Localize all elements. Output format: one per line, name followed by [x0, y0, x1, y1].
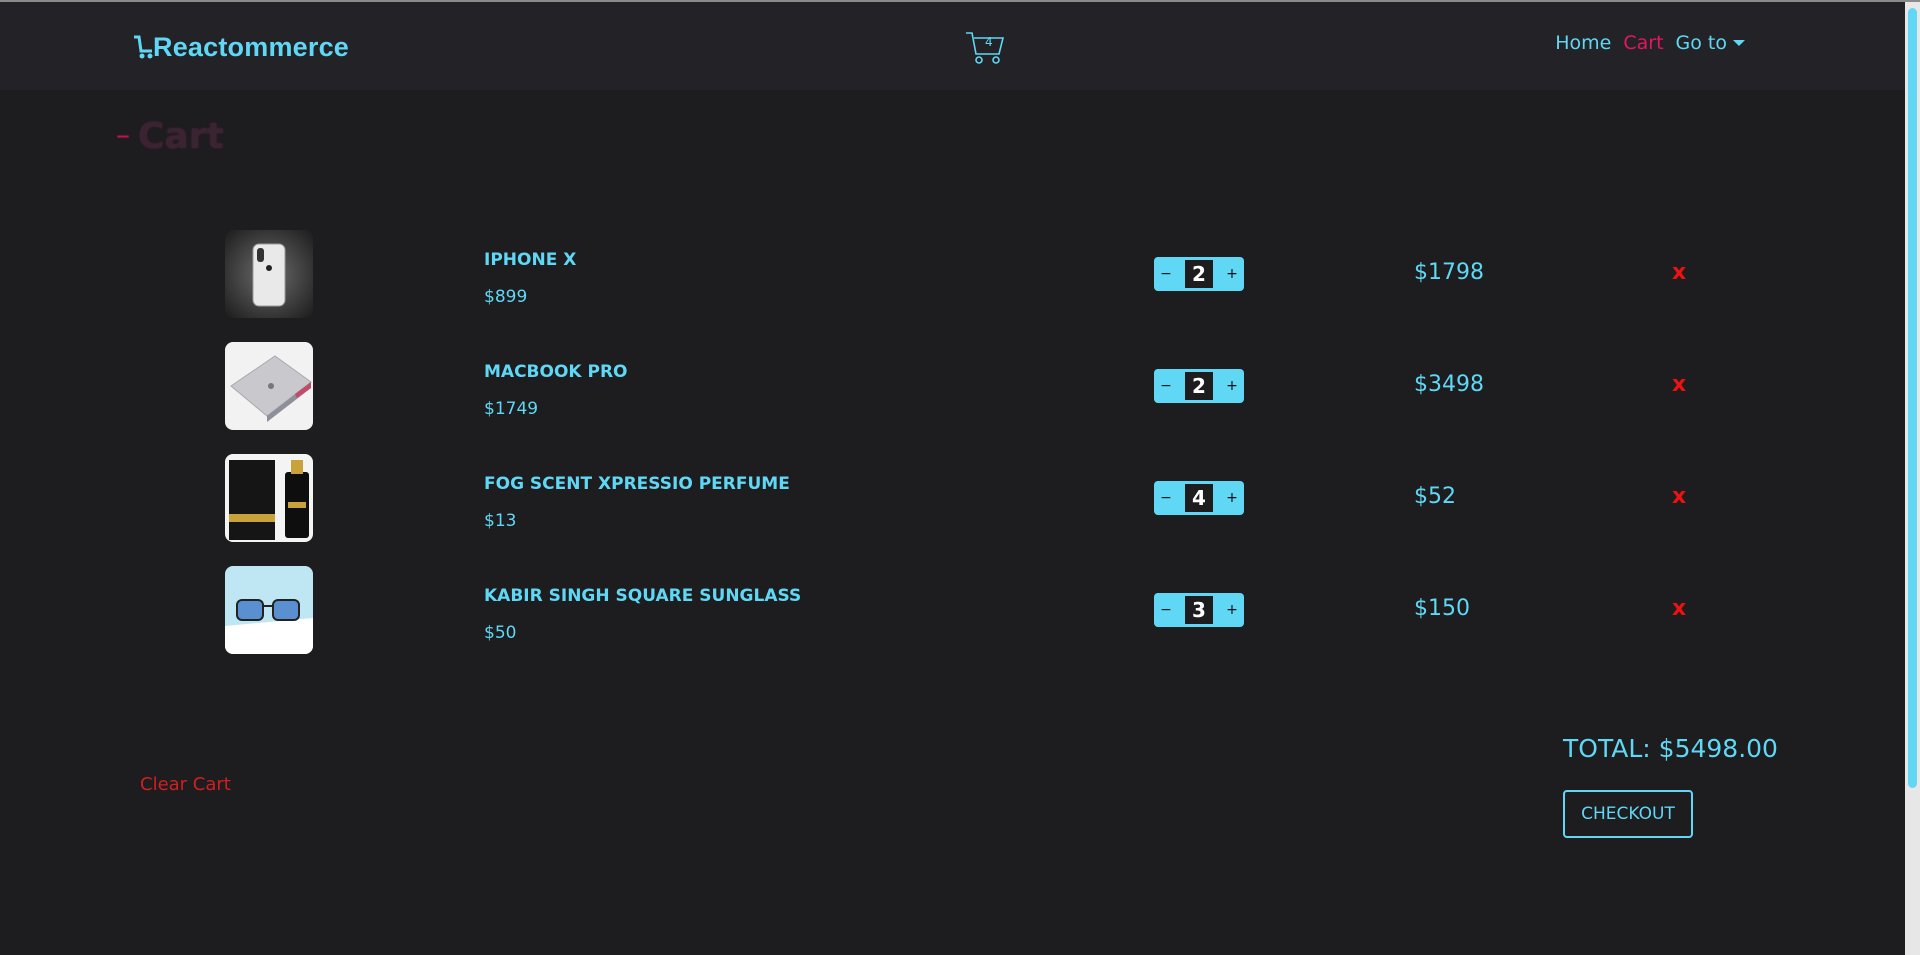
- product-price: $1749: [484, 399, 539, 419]
- nav-dropdown-goto[interactable]: Go to: [1676, 32, 1745, 54]
- line-total: $3498: [1414, 372, 1484, 397]
- product-price: $50: [484, 623, 517, 643]
- product-name: KABIR SINGH SQUARE SUNGLASS: [484, 586, 802, 606]
- checkout-button[interactable]: CHECKOUT: [1563, 790, 1693, 838]
- product-image: [225, 342, 313, 430]
- quantity-value: 4: [1185, 484, 1213, 512]
- product-name: FOG SCENT XPRESSIO PERFUME: [484, 474, 790, 494]
- clear-cart-button[interactable]: Clear Cart: [140, 774, 231, 795]
- nav-links: Home Cart Go to: [1543, 32, 1745, 54]
- decrement-button[interactable]: −: [1154, 602, 1178, 618]
- brand-name: Reactommerce: [153, 31, 350, 62]
- remove-item-button[interactable]: x: [1672, 596, 1686, 621]
- cart-row: FOG SCENT XPRESSIO PERFUME $13 − 4 + $52…: [0, 454, 1905, 542]
- quantity-value: 2: [1185, 372, 1213, 400]
- product-price: $13: [484, 511, 517, 531]
- quantity-stepper: − 2 +: [1154, 257, 1244, 291]
- product-image: [225, 566, 313, 654]
- cart-row: IPHONE X $899 − 2 + $1798 x: [0, 230, 1905, 318]
- remove-item-button[interactable]: x: [1672, 372, 1686, 397]
- nav-link-home[interactable]: Home: [1555, 32, 1611, 54]
- quantity-stepper: − 3 +: [1154, 593, 1244, 627]
- remove-item-button[interactable]: x: [1672, 484, 1686, 509]
- product-price: $899: [484, 287, 528, 307]
- remove-item-button[interactable]: x: [1672, 260, 1686, 285]
- product-image: [225, 454, 313, 542]
- increment-button[interactable]: +: [1220, 602, 1244, 618]
- decrement-button[interactable]: −: [1154, 266, 1178, 282]
- cart-total: TOTAL: $5498.00: [1563, 734, 1778, 763]
- navbar: Reactommerce 4 Home Cart Go to: [0, 2, 1905, 90]
- quantity-value: 3: [1185, 596, 1213, 624]
- product-name: MACBOOK PRO: [484, 362, 628, 382]
- decrement-button[interactable]: −: [1154, 490, 1178, 506]
- scrollbar-thumb[interactable]: [1908, 8, 1917, 788]
- nav-dropdown-label: Go to: [1675, 32, 1727, 54]
- line-total: $52: [1414, 484, 1456, 509]
- quantity-stepper: − 4 +: [1154, 481, 1244, 515]
- page-title-text: Cart: [138, 116, 224, 157]
- increment-button[interactable]: +: [1220, 266, 1244, 282]
- decrement-button[interactable]: −: [1154, 378, 1178, 394]
- cart-row: KABIR SINGH SQUARE SUNGLASS $50 − 3 + $1…: [0, 566, 1905, 654]
- cart-count-badge: 4: [985, 35, 993, 49]
- line-total: $1798: [1414, 260, 1484, 285]
- quantity-stepper: − 2 +: [1154, 369, 1244, 403]
- nav-cart-button[interactable]: 4: [965, 30, 1005, 66]
- brand-logo[interactable]: Reactommerce: [132, 30, 349, 64]
- nav-link-cart[interactable]: Cart: [1623, 32, 1663, 54]
- vertical-scrollbar[interactable]: [1905, 2, 1920, 955]
- product-image: [225, 230, 313, 318]
- cart-row: MACBOOK PRO $1749 − 2 + $3498 x: [0, 342, 1905, 430]
- product-name: IPHONE X: [484, 250, 577, 270]
- line-total: $150: [1414, 596, 1470, 621]
- quantity-value: 2: [1185, 260, 1213, 288]
- increment-button[interactable]: +: [1220, 378, 1244, 394]
- increment-button[interactable]: +: [1220, 490, 1244, 506]
- caret-down-icon: [1733, 40, 1745, 46]
- title-dash: –: [116, 118, 130, 151]
- page-title: – Cart: [116, 116, 224, 157]
